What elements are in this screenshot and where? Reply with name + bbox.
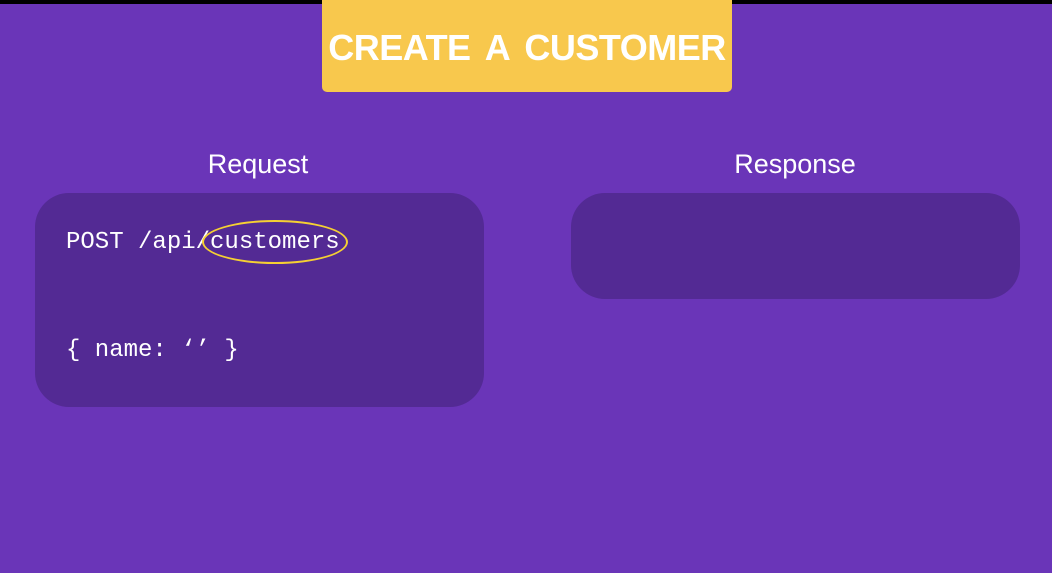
request-resource: customers <box>210 229 340 256</box>
request-label: Request <box>207 149 309 179</box>
request-body: { name: ‘’ } <box>66 337 239 364</box>
request-panel: POST /api/customers { name: ‘’ } <box>35 193 484 407</box>
response-label: Response <box>734 149 856 179</box>
request-line: POST /api/customers <box>66 220 348 264</box>
highlighted-resource: customers <box>202 220 348 264</box>
response-panel <box>571 193 1020 299</box>
request-method-path: POST /api/ <box>66 229 211 256</box>
title-banner: CREATE A CUSTOMER <box>322 0 732 92</box>
title: CREATE A CUSTOMER <box>328 27 726 68</box>
